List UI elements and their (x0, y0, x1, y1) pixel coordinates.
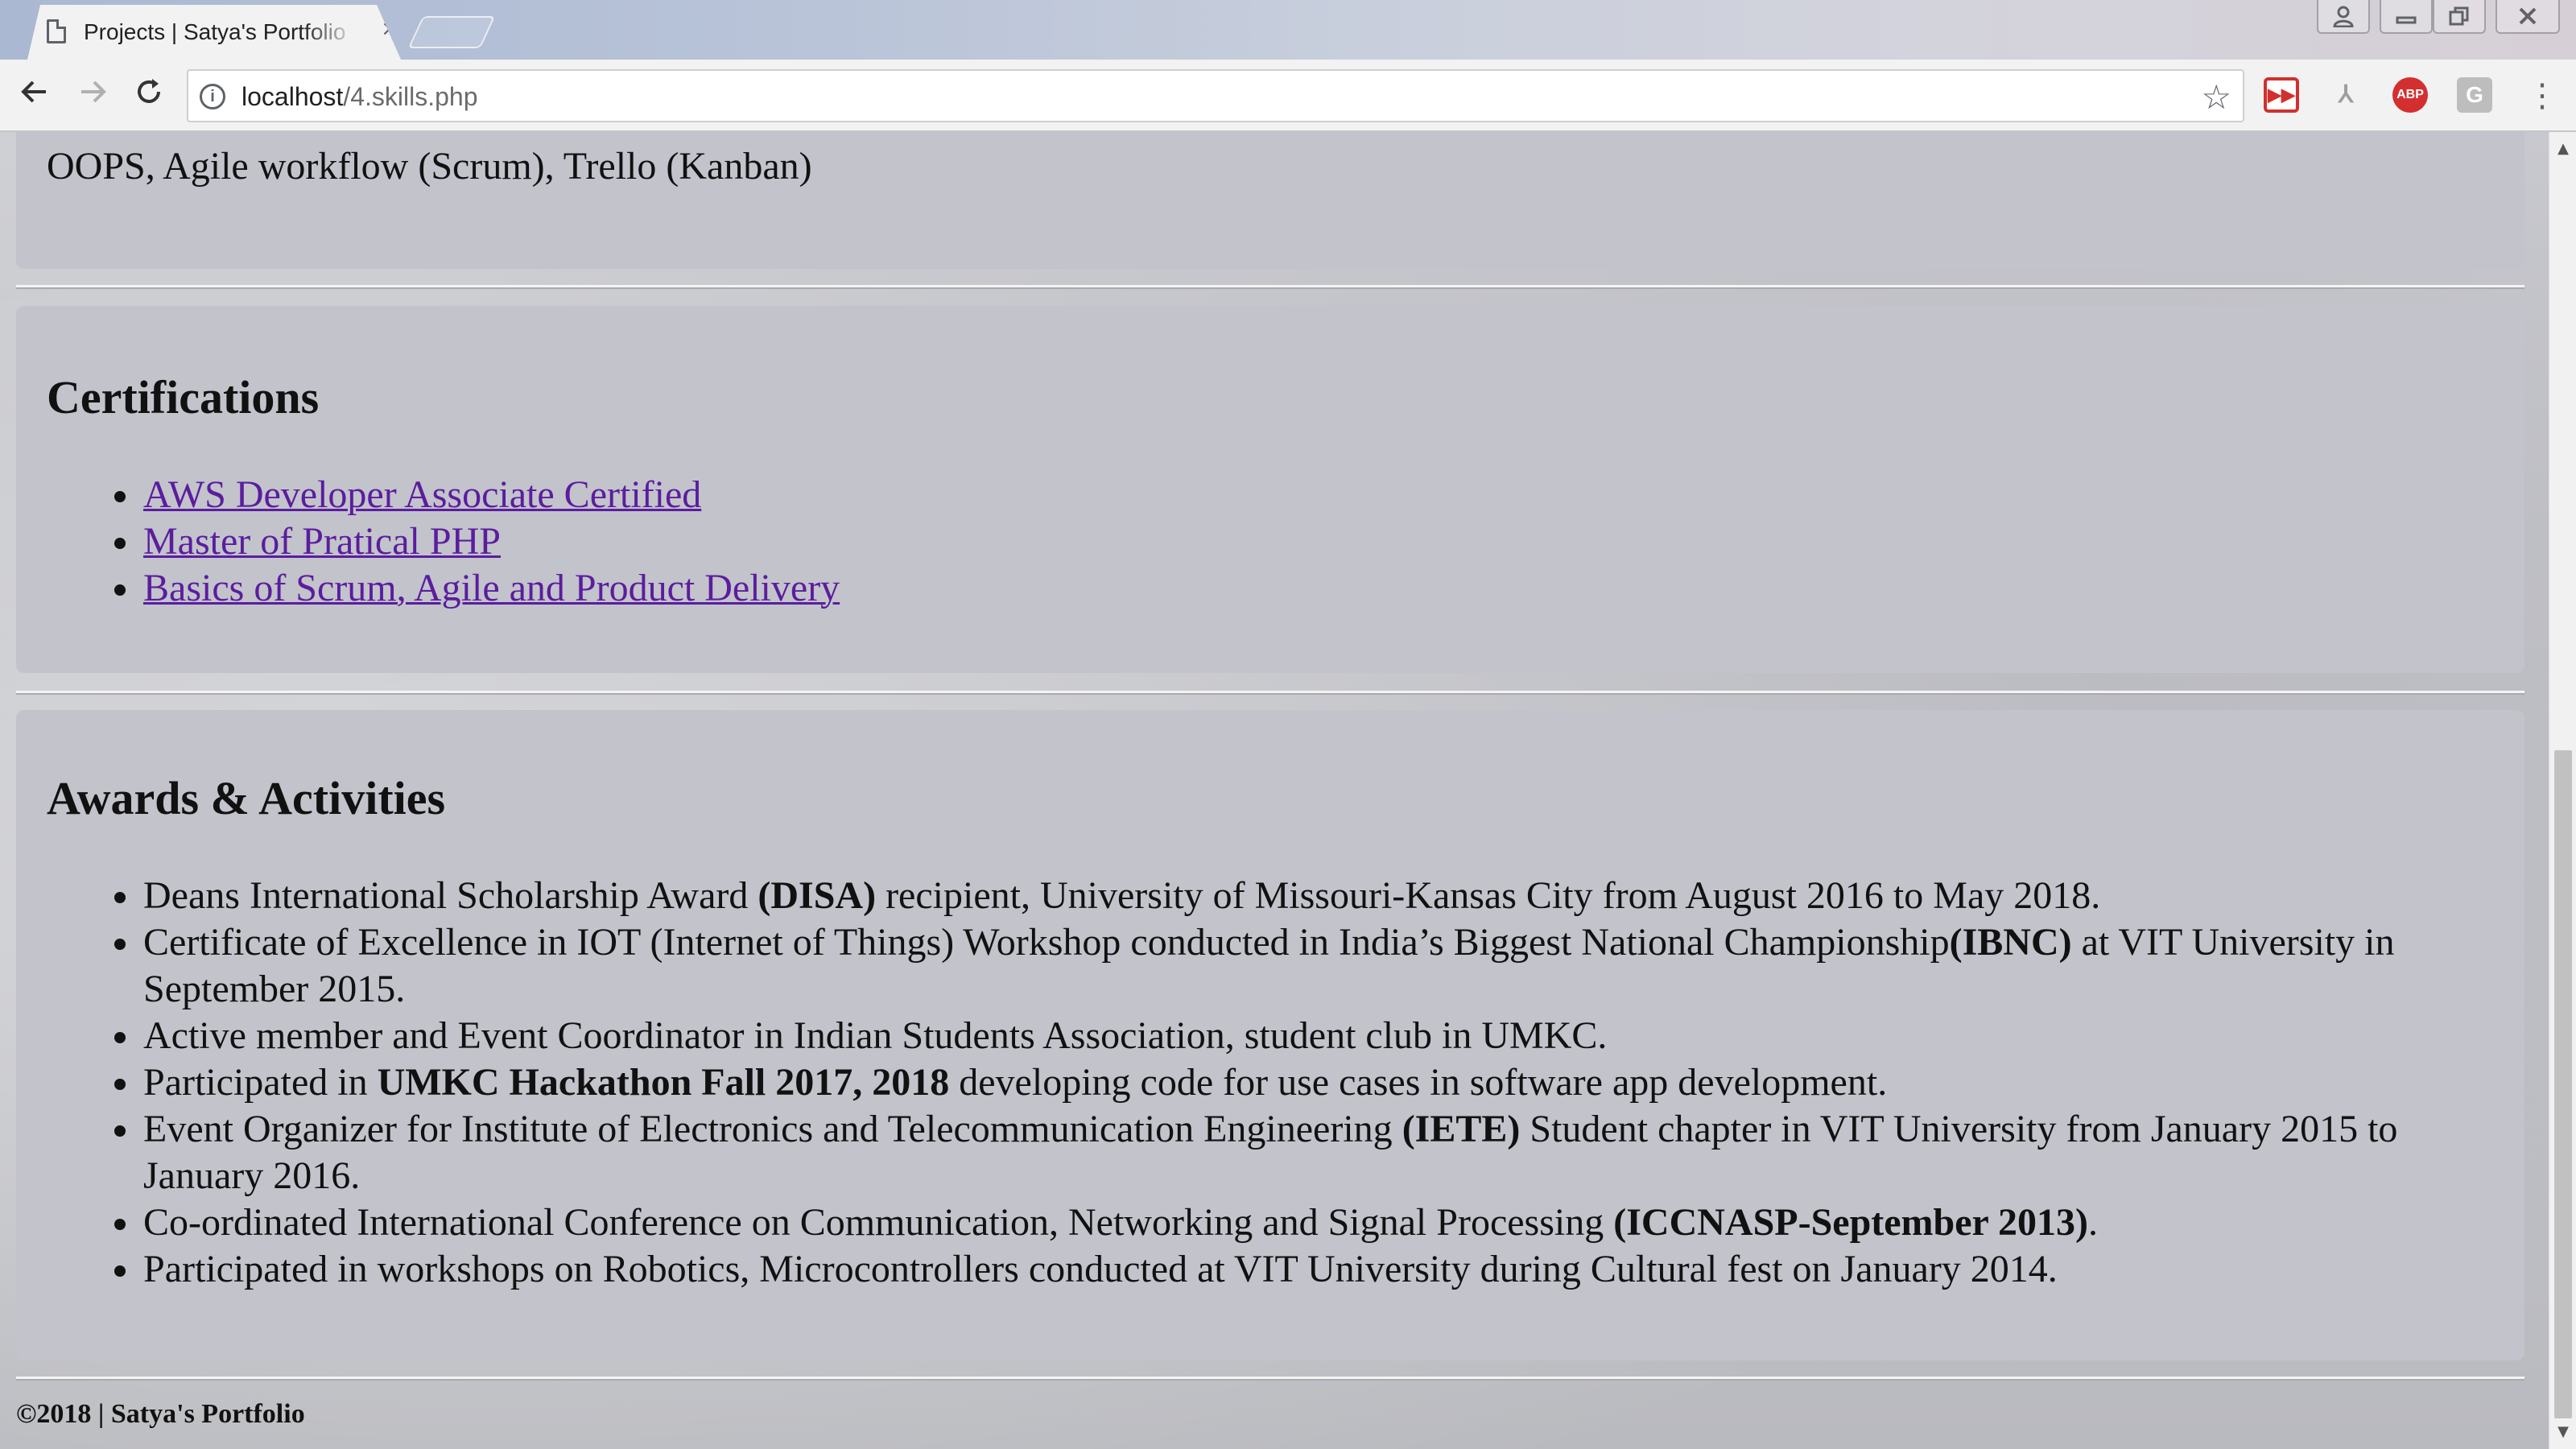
page-icon (47, 19, 66, 43)
scroll-down-arrow-icon[interactable]: ▼ (2549, 1420, 2576, 1444)
cert-link-php[interactable]: Master of Pratical PHP (143, 520, 501, 563)
awards-panel: Awards & Activities Deans International … (16, 710, 2524, 1360)
tab-title: Projects | Satya's Portfolio (84, 19, 346, 44)
award-item: Deans International Scholarship Award (D… (47, 873, 2510, 919)
page-footer: ©2018 | Satya's Portfolio (16, 1399, 305, 1429)
profile-icon[interactable] (2317, 0, 2370, 34)
list-item: AWS Developer Associate Certified (47, 472, 840, 518)
award-item: Co-ordinated International Conference on… (47, 1199, 2510, 1246)
adblock-icon[interactable]: ABP (2392, 77, 2428, 113)
award-item: Event Organizer for Institute of Electro… (47, 1106, 2510, 1199)
info-icon[interactable]: i (200, 84, 225, 109)
g-extension-icon[interactable]: G (2457, 77, 2492, 113)
browser-toolbar: i localhost/4.skills.php ☆ ▶▶ ⅄ ABP G ⋮ (0, 60, 2576, 132)
scrollbar-thumb[interactable] (2554, 750, 2572, 1418)
browser-tab[interactable]: Projects | Satya's Portfolio × (27, 5, 401, 60)
list-item: Master of Pratical PHP (47, 518, 840, 565)
certifications-heading: Certifications (47, 371, 320, 423)
bookmark-star-icon[interactable]: ☆ (2201, 77, 2231, 117)
page-viewport: OOPS, Agile workflow (Scrum), Trello (Ka… (0, 132, 2549, 1449)
back-icon[interactable] (14, 76, 55, 116)
divider (16, 691, 2524, 693)
url-text[interactable]: localhost/4.skills.php (242, 82, 477, 112)
skills-text: OOPS, Agile workflow (Scrum), Trello (Ka… (47, 145, 812, 188)
award-item: Active member and Event Coordinator in I… (47, 1013, 2510, 1059)
vertical-scrollbar[interactable]: ▲ ▼ (2549, 132, 2576, 1449)
certifications-list: AWS Developer Associate Certified Master… (47, 472, 840, 612)
award-item: Certificate of Excellence in IOT (Intern… (47, 919, 2510, 1013)
list-item: Basics of Scrum, Agile and Product Deliv… (47, 565, 840, 612)
menu-dots-icon[interactable]: ⋮ (2526, 74, 2558, 118)
cert-link-scrum[interactable]: Basics of Scrum, Agile and Product Deliv… (143, 567, 840, 609)
divider (16, 285, 2524, 287)
address-bar[interactable]: i localhost/4.skills.php ☆ (187, 69, 2244, 122)
browser-chrome: Projects | Satya's Portfolio × i localho… (0, 0, 2576, 132)
awards-heading: Awards & Activities (47, 772, 446, 824)
minimize-icon[interactable] (2380, 0, 2433, 34)
scroll-up-arrow-icon[interactable]: ▲ (2549, 137, 2576, 161)
close-window-icon[interactable] (2496, 0, 2560, 34)
forward-icon[interactable] (72, 76, 113, 116)
certifications-panel: Certifications AWS Developer Associate C… (16, 306, 2524, 673)
divider (16, 1377, 2524, 1379)
extension-red-icon[interactable]: ▶▶ (2264, 77, 2299, 113)
cert-link-aws[interactable]: AWS Developer Associate Certified (143, 473, 701, 516)
award-item: Participated in workshops on Robotics, M… (47, 1246, 2510, 1293)
skills-panel: OOPS, Agile workflow (Scrum), Trello (Ka… (16, 132, 2524, 269)
pdf-extension-icon[interactable]: ⅄ (2328, 77, 2363, 113)
new-tab-button[interactable] (407, 16, 496, 48)
award-item: Participated in UMKC Hackathon Fall 2017… (47, 1059, 2510, 1106)
tab-close-icon[interactable]: × (375, 14, 401, 43)
awards-list: Deans International Scholarship Award (D… (47, 873, 2510, 1293)
reload-icon[interactable] (129, 76, 169, 116)
restore-icon[interactable] (2433, 0, 2486, 34)
